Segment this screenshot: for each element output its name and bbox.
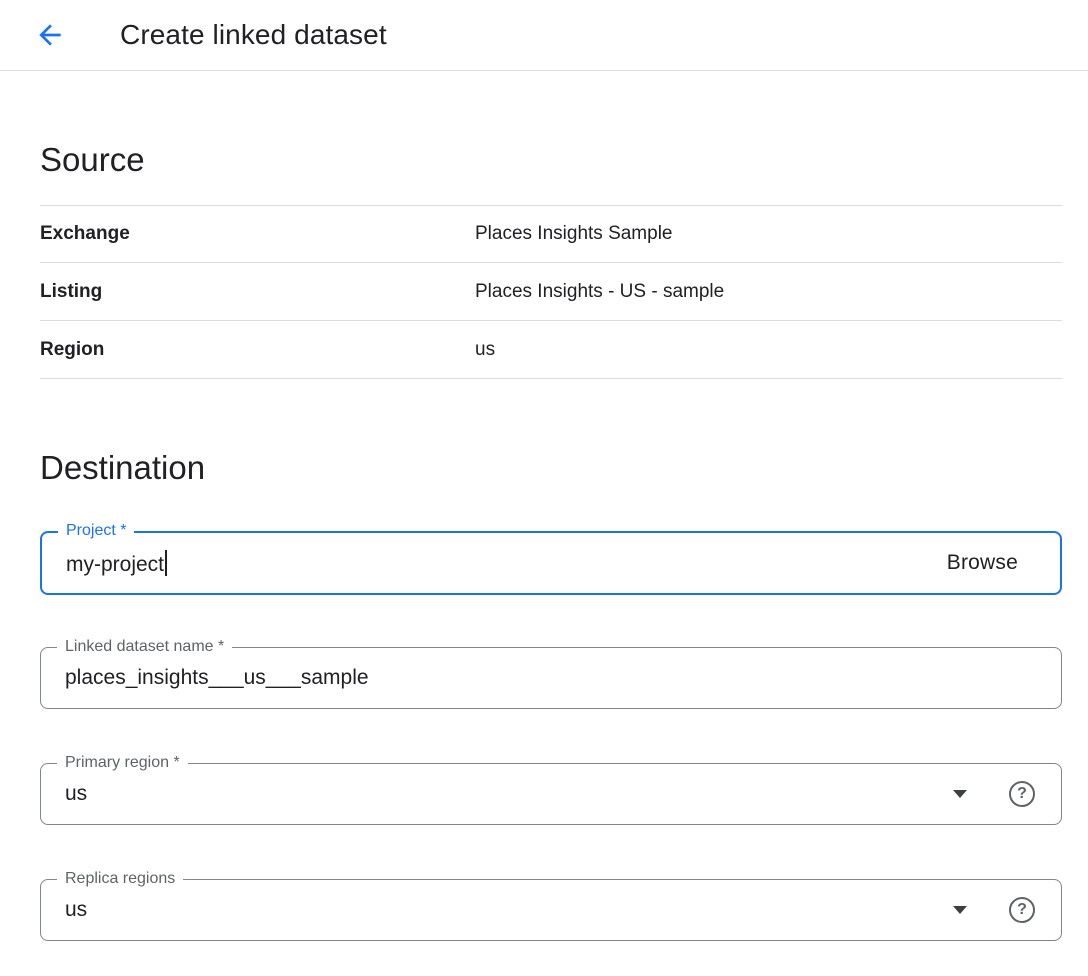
linked-dataset-name-field[interactable]: Linked dataset name * places_insights___… [40, 647, 1062, 709]
row-label-listing: Listing [40, 281, 475, 303]
replica-regions-value: us [65, 898, 953, 922]
page-title: Create linked dataset [120, 19, 387, 51]
project-input-value: my-project [66, 553, 164, 576]
browse-button[interactable]: Browse [947, 551, 1018, 575]
linked-dataset-name-label: Linked dataset name * [57, 637, 232, 657]
linked-dataset-name-input[interactable]: places_insights___us___sample [65, 666, 1037, 690]
table-row-exchange: Exchange Places Insights Sample [40, 205, 1062, 263]
replica-regions-select[interactable]: Replica regions us ? [40, 879, 1062, 941]
source-section-heading: Source [40, 141, 1062, 179]
project-field-label: Project * [58, 521, 134, 541]
source-table: Exchange Places Insights Sample Listing … [40, 205, 1062, 379]
row-value-exchange: Places Insights Sample [475, 223, 673, 245]
project-field[interactable]: Project * my-project Browse [40, 531, 1062, 595]
text-cursor [165, 550, 167, 576]
project-input[interactable]: my-project [66, 550, 947, 577]
table-row-listing: Listing Places Insights - US - sample [40, 263, 1062, 321]
row-value-region: us [475, 339, 495, 361]
replica-regions-label: Replica regions [57, 869, 183, 889]
table-row-region: Region us [40, 321, 1062, 379]
row-label-region: Region [40, 339, 475, 361]
dropdown-arrow-icon [953, 790, 967, 798]
replica-regions-help-button[interactable]: ? [1007, 895, 1037, 925]
primary-region-help-button[interactable]: ? [1007, 779, 1037, 809]
back-button[interactable] [30, 15, 70, 55]
primary-region-value: us [65, 782, 953, 806]
help-icon: ? [1009, 781, 1035, 807]
main-content: Source Exchange Places Insights Sample L… [0, 141, 1088, 941]
help-icon: ? [1009, 897, 1035, 923]
destination-section-heading: Destination [40, 449, 1062, 487]
row-label-exchange: Exchange [40, 223, 475, 245]
arrow-back-icon [34, 19, 66, 51]
primary-region-label: Primary region * [57, 753, 188, 773]
dropdown-arrow-icon [953, 906, 967, 914]
primary-region-select[interactable]: Primary region * us ? [40, 763, 1062, 825]
header: Create linked dataset [0, 0, 1088, 71]
row-value-listing: Places Insights - US - sample [475, 281, 724, 303]
